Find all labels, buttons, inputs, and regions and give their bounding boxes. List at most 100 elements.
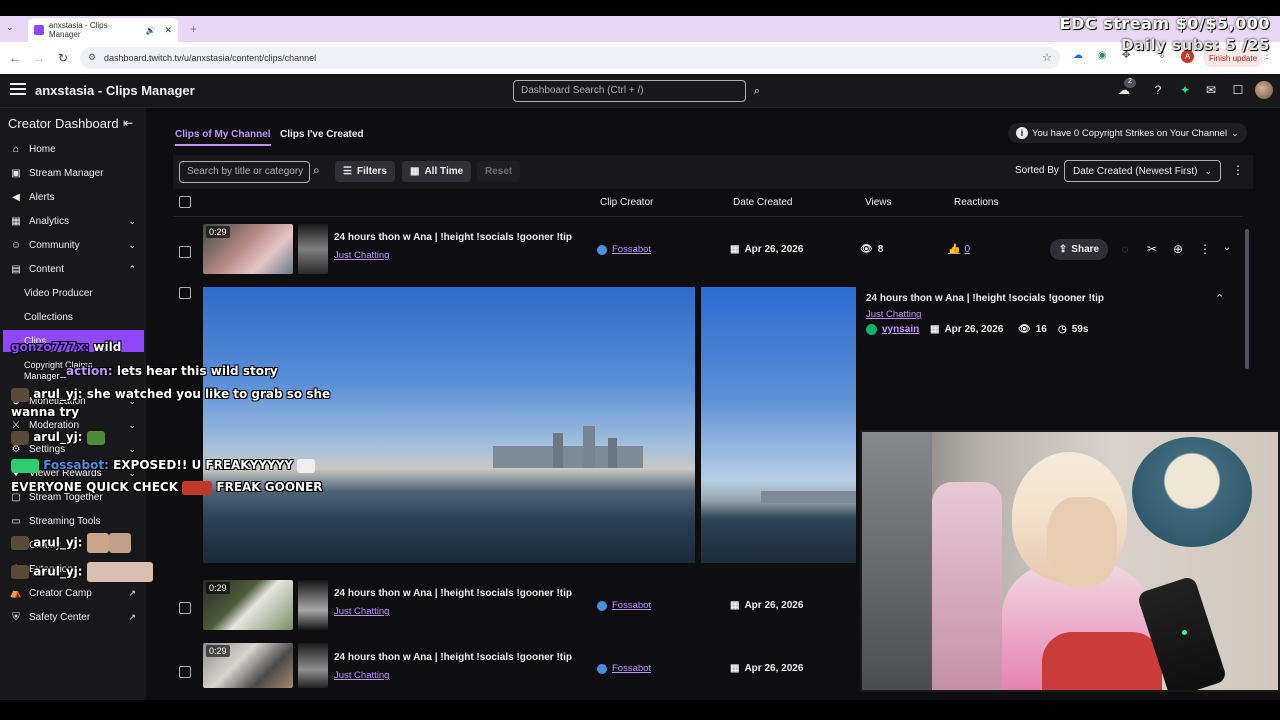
sidebar-item-community[interactable]: ☺ Community ⌄ — [0, 233, 146, 257]
share-button[interactable]: ⇪ Share — [1050, 239, 1108, 260]
clip-checkbox[interactable] — [179, 666, 191, 678]
chat-text: wild — [93, 340, 122, 354]
inbox-icon[interactable]: ✉ — [1203, 83, 1219, 97]
clip-category-link[interactable]: Just Chatting — [334, 250, 389, 261]
badge-icon — [11, 536, 29, 550]
extension-icon[interactable]: ◉ — [1098, 50, 1107, 61]
clip-detail-views-value: 16 — [1035, 324, 1047, 335]
clip-detail-creator[interactable]: vynsain — [866, 324, 919, 335]
tab-list-icon[interactable]: ⌄ — [6, 22, 14, 33]
reload-icon[interactable]: ↻ — [55, 51, 71, 65]
sidebar-item-creator-camp[interactable]: ⛺ Creator Camp ↗ — [0, 581, 146, 605]
clip-thumbnail-secondary — [298, 643, 328, 688]
collapse-sidebar-icon[interactable]: ⇤ — [123, 116, 133, 130]
clip-thumbnail[interactable]: 0:29 — [203, 643, 293, 688]
clip-title[interactable]: 24 hours thon w Ana | !height !socials !… — [334, 232, 572, 243]
clip-checkbox[interactable] — [179, 287, 191, 299]
sidebar-item-safety-center[interactable]: ⛨ Safety Center ↗ — [0, 605, 146, 629]
hamburger-menu-icon[interactable] — [10, 83, 26, 97]
sidebar-item-label: Community — [29, 239, 80, 251]
clip-detail-category-link[interactable]: Just Chatting — [866, 309, 921, 320]
dashboard-search-input[interactable]: Dashboard Search (Ctrl + /) — [513, 80, 746, 102]
back-icon[interactable]: ← — [7, 51, 23, 65]
scrollbar[interactable] — [1245, 229, 1249, 369]
clip-duration: 0:29 — [206, 645, 230, 657]
clip-duration: 0:29 — [206, 226, 230, 238]
search-icon[interactable]: ⌕ — [313, 163, 320, 178]
audio-icon[interactable]: 🔊 — [145, 26, 155, 35]
chevron-down-icon: ⌄ — [1204, 165, 1212, 176]
clock-icon: ◷ — [1058, 324, 1067, 335]
sidebar-item-video-producer[interactable]: Video Producer — [24, 288, 93, 299]
clip-reactions[interactable]: 👍 0 — [948, 244, 970, 255]
daily-subs-overlay: Daily subs: 5 /25 — [1121, 36, 1270, 54]
new-tab-icon[interactable]: + — [190, 22, 197, 36]
sidebar-item-label: Safety Center — [29, 611, 91, 623]
column-date-created[interactable]: Date Created — [733, 197, 792, 208]
building-shape — [608, 438, 617, 468]
sidebar-item-analytics[interactable]: ▦ Analytics ⌄ — [0, 209, 146, 233]
chevron-up-icon[interactable]: ⌃ — [1215, 292, 1224, 305]
column-reactions[interactable]: Reactions — [954, 197, 998, 208]
more-options-icon[interactable]: ⋮ — [1232, 163, 1244, 177]
tab-clips-ive-created[interactable]: Clips I've Created — [280, 129, 364, 140]
sidebar-item-stream-manager[interactable]: ▣ Stream Manager — [0, 161, 146, 185]
settings-icon: ⚙ — [11, 443, 21, 455]
sidebar-item-collections[interactable]: Collections — [24, 312, 73, 323]
clip-creator-link[interactable]: Fossabot — [597, 244, 651, 255]
site-info-icon[interactable]: ⚙ — [88, 52, 96, 63]
clip-creator-link[interactable]: Fossabot — [597, 663, 651, 674]
clip-creator-link[interactable]: Fossabot — [597, 600, 651, 611]
more-options-icon[interactable]: ⋮ — [1198, 242, 1212, 256]
clip-thumbnail[interactable]: 0:29 — [203, 580, 293, 630]
clip-title[interactable]: 24 hours thon w Ana | !height !socials !… — [334, 652, 572, 663]
whispers-icon[interactable]: ☐ — [1230, 83, 1246, 97]
column-clip-creator[interactable]: Clip Creator — [600, 197, 653, 208]
close-tab-icon[interactable]: ✕ — [164, 25, 172, 36]
calendar-icon: ▦ — [410, 166, 420, 177]
clip-thumbnail[interactable]: 0:29 — [203, 224, 293, 274]
badge-icon — [11, 387, 29, 402]
avatar[interactable] — [1255, 81, 1273, 99]
select-all-checkbox[interactable] — [179, 196, 191, 208]
bookmark-star-icon[interactable]: ☆ — [1042, 51, 1052, 64]
chat-message: EVERYONE QUICK CHECK FREAK GOONER — [11, 480, 323, 495]
add-icon[interactable]: ⊕ — [1171, 242, 1185, 256]
clip-creator-name: Fossabot — [612, 600, 652, 611]
copyright-strikes-dropdown[interactable]: i You have 0 Copyright Strikes on Your C… — [1008, 123, 1247, 143]
help-icon[interactable]: ? — [1150, 83, 1166, 97]
search-icon[interactable]: ⌕ — [747, 80, 767, 102]
tab-clips-of-my-channel[interactable]: Clips of My Channel — [175, 129, 271, 146]
clip-video-player[interactable] — [203, 287, 695, 563]
sidebar-item-home[interactable]: ⌂ Home — [0, 137, 146, 161]
filters-button[interactable]: ☰ Filters — [335, 161, 395, 182]
clip-category-link[interactable]: Just Chatting — [334, 670, 389, 681]
chat-text: wanna try — [11, 405, 80, 419]
crown-icon[interactable]: ✦ — [1177, 83, 1193, 97]
browser-tab[interactable]: anxstasia - Clips Manager 🔊 ✕ — [28, 18, 178, 42]
clip-views-value: 8 — [877, 244, 884, 255]
emote-icon — [297, 458, 316, 473]
sidebar-item-label: Home — [29, 143, 56, 155]
sidebar-item-label: Creator Camp — [29, 587, 92, 599]
sidebar-item-streaming-tools[interactable]: ▭ Streaming Tools — [0, 509, 146, 533]
clip-category-link[interactable]: Just Chatting — [334, 606, 389, 617]
clip-title[interactable]: 24 hours thon w Ana | !height !socials !… — [334, 588, 572, 599]
sidebar-item-label: Content — [29, 263, 65, 275]
cloud-icon[interactable]: ☁ — [1073, 50, 1083, 61]
clip-checkbox[interactable] — [179, 602, 191, 614]
scissors-icon[interactable]: ✂ — [1145, 242, 1159, 256]
sidebar-item-alerts[interactable]: ◀ Alerts — [0, 185, 146, 209]
chevron-down-icon[interactable]: ⌄ — [1220, 242, 1234, 253]
column-views[interactable]: Views — [865, 197, 892, 208]
reset-button[interactable]: Reset — [477, 161, 521, 182]
time-range-button[interactable]: ▦ All Time — [402, 161, 472, 182]
clip-checkbox[interactable] — [179, 246, 191, 258]
forward-icon[interactable]: → — [31, 51, 47, 65]
webcam-overlay — [860, 430, 1280, 692]
clip-date: ▦ Apr 26, 2026 — [730, 663, 803, 674]
url-field[interactable]: ⚙ dashboard.twitch.tv/u/anxstasia/conten… — [80, 47, 1060, 69]
clip-search-input[interactable]: Search by title or category — [179, 161, 310, 183]
sidebar-item-content[interactable]: ▤ Content ⌃ — [0, 257, 146, 281]
sort-select[interactable]: Date Created (Newest First) ⌄ — [1064, 160, 1221, 182]
